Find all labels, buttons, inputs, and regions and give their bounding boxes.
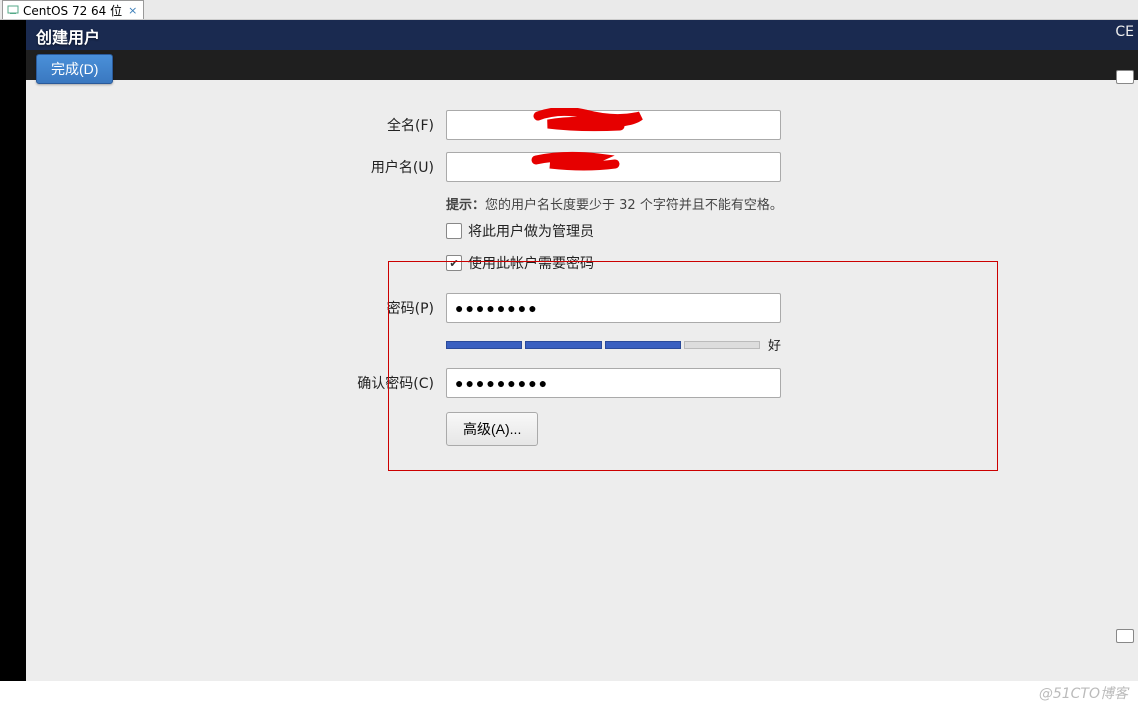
- content-area: 全名(F) 用户名(U) 提示：您的用户名长度要少于 32 个字符并且不能有空格…: [26, 80, 1138, 711]
- installer-header: 创建用户 完成(D) CE: [26, 20, 1138, 80]
- require-password-checkbox[interactable]: [446, 255, 462, 271]
- username-input[interactable]: [446, 152, 781, 182]
- watermark: @51CTO博客: [1039, 683, 1128, 703]
- vm-tab-label: CentOS 72 64 位: [23, 2, 122, 19]
- vm-tab-bar: CentOS 72 64 位 ×: [0, 0, 1138, 20]
- page-title: 创建用户: [36, 24, 113, 48]
- fullname-label: 全名(F): [206, 115, 446, 135]
- admin-checkbox[interactable]: [446, 223, 462, 239]
- admin-checkbox-label: 将此用户做为管理员: [468, 221, 594, 241]
- vm-tab-centos[interactable]: CentOS 72 64 位 ×: [2, 0, 144, 19]
- keyboard-icon[interactable]: [1116, 70, 1134, 84]
- password-strength-meter: [446, 341, 760, 349]
- bottom-strip: [0, 681, 1138, 711]
- username-hint: 提示：您的用户名长度要少于 32 个字符并且不能有空格。: [446, 194, 783, 213]
- fullname-input[interactable]: [446, 110, 781, 140]
- username-label: 用户名(U): [206, 157, 446, 177]
- done-button[interactable]: 完成(D): [36, 54, 113, 84]
- close-icon[interactable]: ×: [126, 4, 139, 17]
- distro-label: CE: [1115, 24, 1134, 40]
- password-input[interactable]: [446, 293, 781, 323]
- advanced-button[interactable]: 高级(A)...: [446, 412, 538, 446]
- confirm-password-input[interactable]: [446, 368, 781, 398]
- vm-left-border: [0, 20, 26, 702]
- vm-icon: [7, 4, 19, 16]
- create-user-form: 全名(F) 用户名(U) 提示：您的用户名长度要少于 32 个字符并且不能有空格…: [206, 110, 1098, 446]
- password-label: 密码(P): [206, 298, 446, 318]
- strength-label: 好: [768, 335, 781, 354]
- keyboard-icon[interactable]: [1116, 629, 1134, 643]
- confirm-password-label: 确认密码(C): [206, 373, 446, 393]
- require-password-label: 使用此帐户需要密码: [468, 253, 594, 273]
